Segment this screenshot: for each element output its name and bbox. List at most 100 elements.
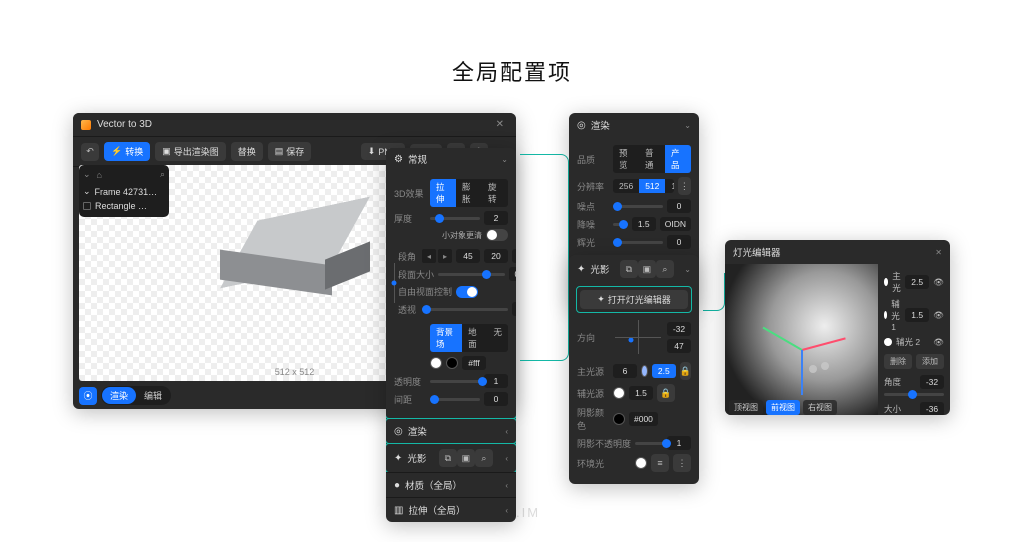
shadow-swatch[interactable] [613, 413, 625, 425]
add-light-button[interactable]: 添加 [916, 354, 944, 369]
convert-button[interactable]: ⚡转换 [104, 142, 150, 161]
copy-icon[interactable]: ⧉ [620, 260, 638, 278]
view-right[interactable]: 右视图 [803, 400, 837, 415]
depth-slider[interactable] [430, 217, 480, 220]
main-color-swatch[interactable] [641, 365, 648, 377]
section-material-header[interactable]: ●材质（全局）‹ [386, 473, 516, 497]
mode-render[interactable]: 渲染 [102, 387, 136, 404]
denoise-value[interactable]: 1.5 [632, 217, 656, 231]
lock-icon[interactable]: 🔒 [680, 362, 691, 380]
search-icon[interactable]: ⌕ [475, 449, 493, 467]
close-icon[interactable]: ✕ [935, 248, 942, 257]
bevel-size-slider[interactable] [438, 273, 505, 276]
noise-value[interactable]: 0 [667, 199, 691, 213]
shadow-hex[interactable]: #000 [629, 412, 658, 426]
bevel-dir[interactable]: 45 [456, 249, 480, 263]
render-header[interactable]: ◎渲染⌄ [569, 113, 699, 137]
replace-button[interactable]: 替换 [231, 142, 263, 161]
search-icon[interactable]: ⌕ [656, 260, 674, 278]
mode-edit[interactable]: 编辑 [136, 387, 170, 404]
layer-rectangle[interactable]: Rectangle … [83, 199, 165, 213]
dir-cross-control[interactable] [615, 320, 661, 354]
view-front[interactable]: 前视图 [766, 400, 800, 415]
small-refine-toggle[interactable] [486, 229, 508, 241]
dir-y[interactable]: 47 [667, 339, 691, 353]
lock-icon[interactable]: 🔒 [657, 384, 675, 402]
section-render-header[interactable]: ◎渲染‹ [386, 419, 516, 443]
view-tabs[interactable]: 顶视图 前视图 右视图 [729, 400, 837, 415]
delete-light-button[interactable]: 删除 [884, 354, 912, 369]
more-icon[interactable]: ⋮ [673, 454, 691, 472]
section-extrude: ▥拉伸（全局）‹ [386, 497, 516, 522]
eye-icon[interactable]: 👁 [933, 277, 944, 288]
paste-icon[interactable]: ▣ [638, 260, 656, 278]
bg-segment[interactable]: 背景场地面无 [430, 324, 508, 352]
env-swatch[interactable] [635, 457, 647, 469]
more-icon[interactable]: ⋮ [678, 177, 691, 195]
section-lighting-header[interactable]: ✦光影 ⧉ ▣ ⌕ ‹ [386, 444, 516, 472]
undo-icon[interactable]: ↶ [81, 143, 99, 161]
env-label: 环境光 [577, 457, 609, 470]
main-sat[interactable]: 2.5 [652, 364, 676, 378]
spacing-value[interactable]: 0 [484, 392, 508, 406]
light-editor-header[interactable]: 灯光编辑器✕ [725, 240, 950, 264]
section-general-header[interactable]: ⚙常规⌄ [386, 148, 516, 171]
opacity-slider[interactable] [430, 380, 480, 383]
camera-icon: ◎ [394, 426, 403, 437]
opacity-value[interactable]: 1 [484, 374, 508, 388]
persp-value[interactable]: 0 [512, 302, 516, 316]
eye-icon[interactable]: 👁 [933, 310, 944, 321]
fx-segment[interactable]: 拉伸膨胀旋转 [430, 179, 508, 207]
close-icon[interactable]: ✕ [492, 119, 508, 130]
quality-segment[interactable]: 预览普通产品 [613, 145, 691, 173]
denoise-slider[interactable] [613, 223, 628, 226]
bg-white-swatch[interactable] [430, 357, 442, 369]
gloss-value[interactable]: 0 [667, 235, 691, 249]
bevel-off2[interactable]: 0.4 [512, 249, 516, 263]
search-icon[interactable]: ⌕ [160, 169, 165, 180]
angle-value[interactable]: -32 [920, 375, 944, 389]
size-value[interactable]: -36 [920, 402, 944, 415]
light-aux1[interactable]: 辅光 11.5👁 [884, 298, 944, 332]
aux-size[interactable]: 1.5 [629, 386, 653, 400]
angle-slider[interactable] [884, 393, 944, 396]
freecam-toggle[interactable] [456, 286, 478, 298]
light-aux2[interactable]: 辅光 2👁 [884, 336, 944, 348]
open-light-editor-button[interactable]: ✦打开灯光编辑器 [580, 290, 688, 309]
bg-hex[interactable]: #fff [462, 356, 486, 370]
denoise-mode[interactable]: OIDN [660, 217, 691, 231]
menu-icon[interactable]: ≡ [651, 454, 669, 472]
view-icon[interactable]: ⦿ [79, 387, 97, 405]
save-button[interactable]: ▤保存 [268, 142, 312, 161]
chevron-down-icon[interactable]: ⌄ [83, 169, 91, 180]
bevel-size-value[interactable]: 0.74 [509, 267, 516, 281]
gloss-slider[interactable] [613, 241, 663, 244]
copy-icon[interactable]: ⧉ [439, 449, 457, 467]
view-top[interactable]: 顶视图 [729, 400, 763, 415]
arrow-left-icon[interactable]: ◂ [422, 249, 436, 263]
noise-slider[interactable] [613, 205, 663, 208]
main-count[interactable]: 6 [613, 364, 637, 378]
bg-black-swatch[interactable] [446, 357, 458, 369]
arrow-right-icon[interactable]: ▸ [438, 249, 452, 263]
bevel-off[interactable]: 20 [484, 249, 508, 263]
res-segment[interactable]: 2565121024 [613, 179, 674, 193]
denoise-label: 降噪 [577, 218, 609, 231]
dir-x[interactable]: -32 [667, 322, 691, 336]
light-main[interactable]: 主光2.5👁 [884, 270, 944, 294]
export-render-button[interactable]: ▣导出渲染图 [155, 142, 226, 161]
mode-segment[interactable]: 渲染 编辑 [101, 386, 171, 405]
shadow-op-value[interactable]: 1 [667, 436, 691, 450]
aux-color-swatch[interactable] [613, 387, 625, 399]
layer-frame[interactable]: ⌄ Frame 42731… [83, 184, 165, 199]
paste-icon[interactable]: ▣ [457, 449, 475, 467]
section-extrude-header[interactable]: ▥拉伸（全局）‹ [386, 498, 516, 522]
lighting-header[interactable]: ✦光影 ⧉ ▣ ⌕ ⌄ [569, 255, 699, 283]
shadow-op-slider[interactable] [635, 442, 663, 445]
light-editor-viewport[interactable]: 顶视图 前视图 右视图 [725, 264, 878, 415]
spacing-slider[interactable] [430, 398, 480, 401]
eye-icon[interactable]: 👁 [933, 337, 944, 348]
depth-value[interactable]: 2 [484, 211, 508, 225]
home-icon[interactable]: ⌂ [97, 170, 102, 180]
persp-slider[interactable] [422, 308, 508, 311]
